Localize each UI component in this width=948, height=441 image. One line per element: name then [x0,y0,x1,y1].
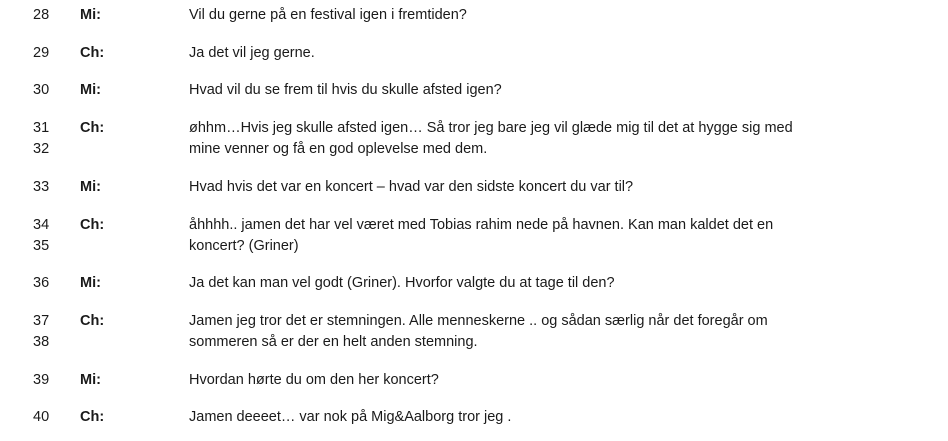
speaker-label: Mi: [80,275,101,291]
line-numbers: 31 32 [33,118,63,160]
line-numbers: 33 [33,177,63,198]
line-numbers: 36 [33,273,63,294]
line-number: 37 [33,313,50,329]
utterance: Hvad hvis det var en koncert – hvad var … [189,177,879,198]
line-number: 33 [33,179,50,195]
line-number: 39 [33,372,50,388]
line-number: 35 [33,238,50,254]
line-numbers: 30 [33,80,63,101]
speaker-label: Ch: [80,313,105,329]
speaker-label: Ch: [80,409,105,425]
utterance: Ja det vil jeg gerne. [189,43,879,64]
utterance-line: Jamen jeg tror det er stemningen. Alle m… [189,313,768,329]
utterance-line: åhhhh.. jamen det har vel været med Tobi… [189,217,774,233]
utterance-line: Vil du gerne på en festival igen i fremt… [189,7,467,23]
utterance: Hvad vil du se frem til hvis du skulle a… [189,80,879,101]
speaker-label: Mi: [80,82,101,98]
line-number: 29 [33,45,50,61]
utterance: Ja det kan man vel godt (Griner). Hvorfo… [189,273,879,294]
utterance: Vil du gerne på en festival igen i fremt… [189,5,879,26]
line-numbers: 29 [33,43,63,64]
line-number: 40 [33,409,50,425]
utterance-line: Hvad hvis det var en koncert – hvad var … [189,179,634,195]
speaker-label: Ch: [80,120,105,136]
utterance: åhhhh.. jamen det har vel været med Tobi… [189,215,879,257]
line-numbers: 34 35 [33,215,63,257]
line-number: 28 [33,7,50,23]
utterance: Jamen deeeet… var nok på Mig&Aalborg tro… [189,407,879,428]
utterance-line: Ja det kan man vel godt (Griner). Hvorfo… [189,275,615,291]
utterance: øhhm…Hvis jeg skulle afsted igen… Så tro… [189,118,879,160]
utterance-line: øhhm…Hvis jeg skulle afsted igen… Så tro… [189,120,793,136]
line-number: 38 [33,334,50,350]
speaker-label: Ch: [80,45,105,61]
utterance-line: Hvad vil du se frem til hvis du skulle a… [189,82,502,98]
line-number: 36 [33,275,50,291]
utterance-line: koncert? (Griner) [189,238,299,254]
line-numbers: 37 38 [33,311,63,353]
utterance-line: Ja det vil jeg gerne. [189,45,315,61]
utterance: Hvordan hørte du om den her koncert? [189,370,879,391]
line-number: 30 [33,82,50,98]
line-number: 31 [33,120,50,136]
utterance-line: Jamen deeeet… var nok på Mig&Aalborg tro… [189,409,512,425]
line-numbers: 40 [33,407,63,428]
line-number: 34 [33,217,50,233]
line-number: 32 [33,141,50,157]
utterance-line: Hvordan hørte du om den her koncert? [189,372,439,388]
speaker-label: Mi: [80,372,101,388]
speaker-label: Mi: [80,7,101,23]
speaker-label: Mi: [80,179,101,195]
line-numbers: 39 [33,370,63,391]
speaker-label: Ch: [80,217,105,233]
utterance-line: sommeren så er der en helt anden stemnin… [189,334,478,350]
utterance-line: mine venner og få en god oplevelse med d… [189,141,488,157]
utterance: Jamen jeg tror det er stemningen. Alle m… [189,311,879,353]
line-numbers: 28 [33,5,63,26]
